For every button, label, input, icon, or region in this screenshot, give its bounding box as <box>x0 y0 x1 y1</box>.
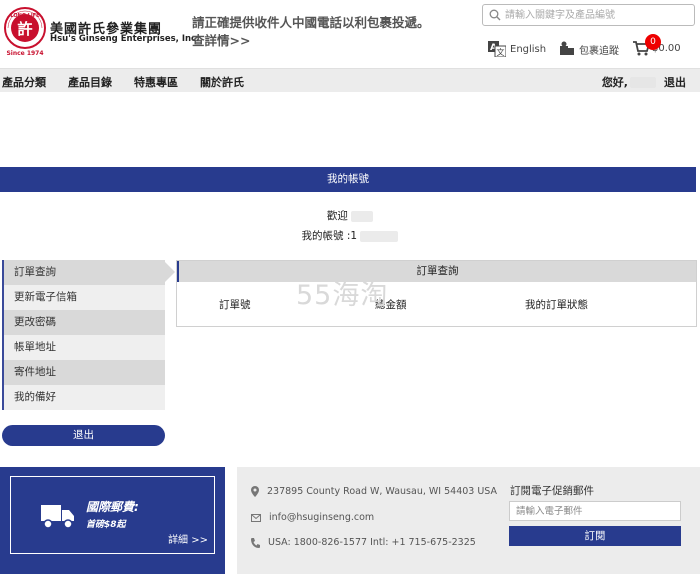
search-icon[interactable] <box>489 9 501 21</box>
sidebar-item-shipping-address[interactable]: 寄件地址 <box>2 360 165 385</box>
svg-text:LONG LIFE: LONG LIFE <box>10 13 40 19</box>
account-sidebar: 訂單查詢 更新電子信箱 更改密碼 帳單地址 寄件地址 我的備好 <box>2 260 165 410</box>
column-order-number: 訂單號 <box>219 299 251 311</box>
shipping-promo-panel: 國際郵費: 首磅$8起 詳細 >> <box>0 467 225 574</box>
logout-button[interactable]: 退出 <box>2 425 165 446</box>
shipping-notice: 請正確提供收件人中國電話以利包裹投遞。 查詳情>> <box>192 14 452 50</box>
svg-text:Since 1974: Since 1974 <box>6 50 43 57</box>
user-greeting: 您好, 退出 <box>602 74 686 90</box>
shipping-details-link[interactable]: 詳細 >> <box>168 531 208 546</box>
account-welcome: 歡迎 我的帳號 :1 <box>0 206 700 246</box>
orders-table-header: 訂單號 總金額 我的訂單狀態 <box>177 282 696 326</box>
search-input[interactable] <box>505 7 691 23</box>
contact-address: 237895 County Road W, Wausau, WI 54403 U… <box>251 486 497 497</box>
sidebar-item-change-password[interactable]: 更改密碼 <box>2 310 165 335</box>
nav-logout-link[interactable]: 退出 <box>664 74 686 90</box>
account-title-bar: 我的帳號 <box>0 167 696 192</box>
orders-panel: 訂單查詢 訂單號 總金額 我的訂單狀態 <box>176 260 697 327</box>
package-tracking-link[interactable]: 包裹追蹤 <box>558 41 619 57</box>
search-box <box>482 4 695 26</box>
footer-contact-panel: 237895 County Road W, Wausau, WI 54403 U… <box>237 467 700 574</box>
sidebar-item-order-lookup[interactable]: 訂單查詢 <box>2 260 165 285</box>
username-redacted <box>630 76 656 88</box>
address-text: 237895 County Road W, Wausau, WI 54403 U… <box>267 486 498 497</box>
main-nav: 產品分類 產品目錄 特惠專區 關於許氏 您好, 退出 <box>0 68 700 92</box>
nav-item-categories[interactable]: 產品分類 <box>2 74 46 90</box>
welcome-name-redacted <box>351 210 374 222</box>
shipping-promo-box[interactable]: 國際郵費: 首磅$8起 詳細 >> <box>10 476 215 554</box>
newsletter-subscribe-button[interactable]: 訂閱 <box>509 526 681 546</box>
phone-icon <box>251 537 260 548</box>
sidebar-item-update-email[interactable]: 更新電子信箱 <box>2 285 165 310</box>
phone-text: USA: 1800-826-1577 Intl: +1 715-675-2325 <box>268 537 476 548</box>
active-item-arrow <box>163 260 175 284</box>
cart-count-badge: 0 <box>645 34 661 50</box>
sidebar-item-preferences[interactable]: 我的備好 <box>2 385 165 410</box>
header: LONG LIFE 許 Since 1974 美國許氏參業集團 Hsu's Gi… <box>0 0 700 68</box>
column-order-status: 我的訂單狀態 <box>525 299 588 311</box>
account-number-redacted <box>360 230 399 242</box>
orders-panel-title: 訂單查詢 <box>177 261 696 282</box>
truck-icon <box>41 505 74 529</box>
location-pin-icon <box>251 486 259 497</box>
svg-text:許: 許 <box>17 20 32 38</box>
shipping-promo-subtitle: 首磅$8起 <box>86 520 126 530</box>
mail-icon <box>251 513 261 522</box>
greeting-text: 您好, <box>601 76 628 89</box>
email-text[interactable]: info@hsuginseng.com <box>269 512 374 523</box>
newsletter-title: 訂閱電子促銷郵件 <box>510 485 594 497</box>
language-switch[interactable]: A文 English <box>488 41 546 57</box>
watermark: 55海淘 <box>296 280 389 311</box>
nav-item-about[interactable]: 關於許氏 <box>200 74 244 90</box>
welcome-label: 歡迎 <box>326 210 348 222</box>
translate-icon: A文 <box>488 41 506 57</box>
sidebar-item-billing-address[interactable]: 帳單地址 <box>2 335 165 360</box>
package-icon <box>560 41 574 55</box>
nav-item-catalog[interactable]: 產品目錄 <box>68 74 112 90</box>
contact-email: info@hsuginseng.com <box>251 512 374 523</box>
notice-text: 請正確提供收件人中國電話以利包裹投遞。 <box>192 15 430 30</box>
contact-phone: USA: 1800-826-1577 Intl: +1 715-675-2325 <box>251 537 476 548</box>
notice-more-link[interactable]: 查詳情>> <box>192 32 452 50</box>
shipping-promo-title: 國際郵費: <box>86 500 139 514</box>
brand-logo[interactable]: LONG LIFE 許 Since 1974 <box>3 6 47 58</box>
language-label: English <box>510 43 547 55</box>
account-number-label: 我的帳號 :1 <box>301 230 358 242</box>
svg-text:文: 文 <box>497 47 505 57</box>
brand-name-en: Hsu's Ginseng Enterprises, Inc. <box>50 34 200 44</box>
track-label: 包裹追蹤 <box>579 45 619 57</box>
newsletter-email-input[interactable] <box>509 501 681 521</box>
nav-item-specials[interactable]: 特惠專區 <box>134 74 178 90</box>
